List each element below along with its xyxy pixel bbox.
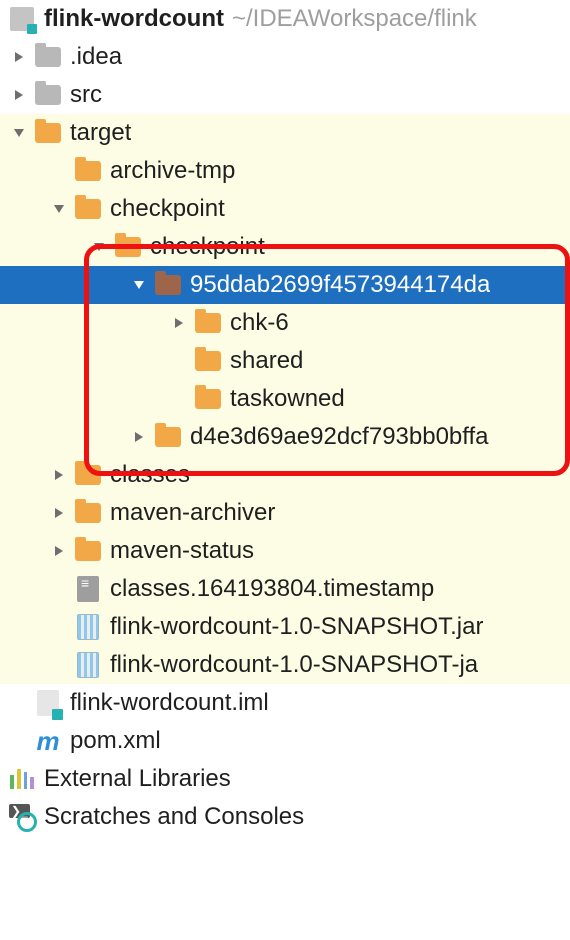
node-label: Scratches and Consoles xyxy=(44,803,304,831)
tree-row-iml[interactable]: flink-wordcount.iml xyxy=(0,684,570,722)
chevron-down-icon[interactable] xyxy=(48,203,70,215)
node-label: target xyxy=(70,119,131,147)
tree-row-archive-tmp[interactable]: archive-tmp xyxy=(0,152,570,190)
node-label: d4e3d69ae92dcf793bb0bffa xyxy=(190,423,489,451)
node-label: .idea xyxy=(70,43,122,71)
folder-icon xyxy=(34,119,62,147)
tree-row-checkpoint-outer[interactable]: checkpoint xyxy=(0,190,570,228)
folder-icon xyxy=(194,309,222,337)
imlfile-icon xyxy=(34,689,62,717)
folder-icon xyxy=(34,43,62,71)
project-tree[interactable]: flink-wordcount ~/IDEAWorkspace/flink .i… xyxy=(0,0,570,836)
tree-row-external-libraries[interactable]: External Libraries xyxy=(0,760,570,798)
tree-row-taskowned[interactable]: taskowned xyxy=(0,380,570,418)
chevron-right-icon[interactable] xyxy=(8,89,30,101)
tree-row-target[interactable]: target xyxy=(0,114,570,152)
node-label: 95ddab2699f4573944174da xyxy=(190,271,490,299)
tree-row-checkpoint-inner[interactable]: checkpoint xyxy=(0,228,570,266)
tree-row-jar1[interactable]: flink-wordcount-1.0-SNAPSHOT.jar xyxy=(0,608,570,646)
tree-row-idea[interactable]: .idea xyxy=(0,38,570,76)
root-path-hint: ~/IDEAWorkspace/flink xyxy=(232,5,477,33)
textfile-icon xyxy=(74,575,102,603)
folder-icon xyxy=(74,461,102,489)
tree-row-maven-status[interactable]: maven-status xyxy=(0,532,570,570)
maven-icon: m xyxy=(34,727,62,755)
root-label: flink-wordcount xyxy=(44,5,224,33)
folder-icon xyxy=(74,499,102,527)
node-label: checkpoint xyxy=(110,195,225,223)
scratches-icon xyxy=(8,803,36,831)
tree-row-hash1[interactable]: 95ddab2699f4573944174da xyxy=(0,266,570,304)
node-label: flink-wordcount.iml xyxy=(70,689,269,717)
chevron-down-icon[interactable] xyxy=(8,127,30,139)
folder-icon xyxy=(74,537,102,565)
module-icon xyxy=(8,5,36,33)
folder-icon xyxy=(154,271,182,299)
chevron-right-icon[interactable] xyxy=(128,431,150,443)
folder-icon xyxy=(154,423,182,451)
tree-row-jar2[interactable]: flink-wordcount-1.0-SNAPSHOT-ja xyxy=(0,646,570,684)
node-label: flink-wordcount-1.0-SNAPSHOT-ja xyxy=(110,651,478,679)
node-label: shared xyxy=(230,347,303,375)
chevron-right-icon[interactable] xyxy=(168,317,190,329)
node-label: maven-status xyxy=(110,537,254,565)
node-label: src xyxy=(70,81,102,109)
chevron-right-icon[interactable] xyxy=(8,51,30,63)
node-label: flink-wordcount-1.0-SNAPSHOT.jar xyxy=(110,613,483,641)
folder-icon xyxy=(194,385,222,413)
tree-row-src[interactable]: src xyxy=(0,76,570,114)
libraries-icon xyxy=(8,765,36,793)
node-label: checkpoint xyxy=(150,233,265,261)
jarfile-icon xyxy=(74,651,102,679)
node-label: classes xyxy=(110,461,190,489)
folder-icon xyxy=(74,195,102,223)
tree-row-classes[interactable]: classes xyxy=(0,456,570,494)
tree-row-chk6[interactable]: chk-6 xyxy=(0,304,570,342)
tree-row-root[interactable]: flink-wordcount ~/IDEAWorkspace/flink xyxy=(0,0,570,38)
tree-row-shared[interactable]: shared xyxy=(0,342,570,380)
chevron-down-icon[interactable] xyxy=(128,279,150,291)
chevron-right-icon[interactable] xyxy=(48,469,70,481)
node-label: maven-archiver xyxy=(110,499,275,527)
tree-row-hash2[interactable]: d4e3d69ae92dcf793bb0bffa xyxy=(0,418,570,456)
folder-icon xyxy=(34,81,62,109)
node-label: classes.164193804.timestamp xyxy=(110,575,434,603)
folder-icon xyxy=(74,157,102,185)
node-label: External Libraries xyxy=(44,765,231,793)
chevron-right-icon[interactable] xyxy=(48,507,70,519)
tree-row-pom[interactable]: m pom.xml xyxy=(0,722,570,760)
tree-row-scratches[interactable]: Scratches and Consoles xyxy=(0,798,570,836)
node-label: taskowned xyxy=(230,385,345,413)
folder-icon xyxy=(114,233,142,261)
jarfile-icon xyxy=(74,613,102,641)
chevron-right-icon[interactable] xyxy=(48,545,70,557)
tree-row-timestamp-file[interactable]: classes.164193804.timestamp xyxy=(0,570,570,608)
folder-icon xyxy=(194,347,222,375)
node-label: archive-tmp xyxy=(110,157,235,185)
node-label: chk-6 xyxy=(230,309,289,337)
node-label: pom.xml xyxy=(70,727,161,755)
chevron-down-icon[interactable] xyxy=(88,241,110,253)
tree-row-maven-archiver[interactable]: maven-archiver xyxy=(0,494,570,532)
